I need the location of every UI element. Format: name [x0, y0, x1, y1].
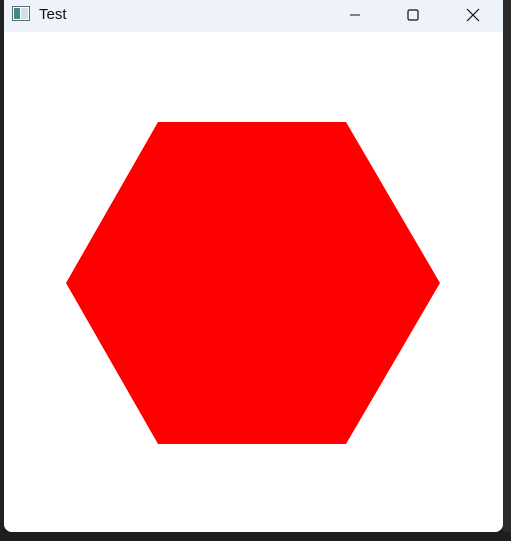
minimize-icon — [349, 9, 361, 21]
title-bar[interactable]: Test — [4, 0, 503, 32]
minimize-button[interactable] — [332, 0, 378, 30]
background-terminal-right — [503, 0, 511, 541]
background-terminal-bottom — [0, 532, 511, 541]
maximize-button[interactable] — [390, 0, 436, 30]
window-title: Test — [39, 6, 67, 23]
drawing-canvas — [4, 32, 503, 532]
app-window-icon — [12, 6, 30, 21]
red-hexagon — [66, 122, 440, 444]
close-button[interactable] — [450, 0, 496, 30]
close-icon — [466, 8, 480, 22]
app-window: Test — [4, 0, 503, 532]
canvas-svg — [66, 122, 440, 444]
maximize-icon — [407, 9, 419, 21]
